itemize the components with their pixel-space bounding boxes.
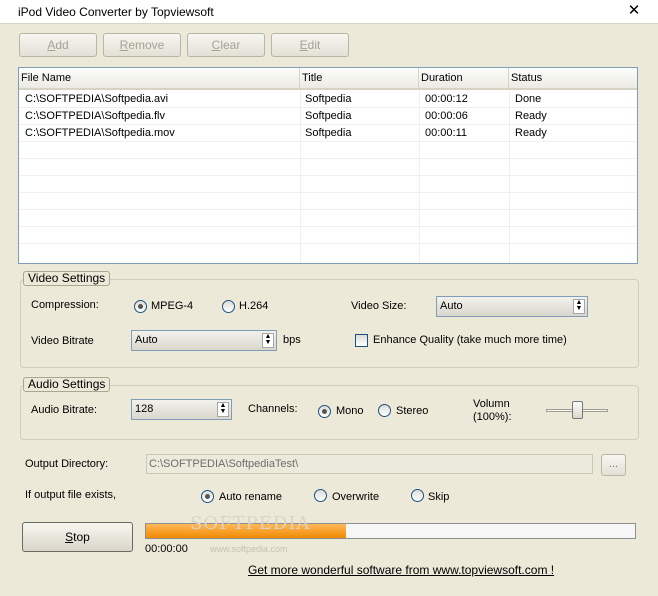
enhance-quality-label[interactable]: Enhance Quality (take much more time) [373, 334, 567, 346]
table-row[interactable]: C:\SOFTPEDIA\Softpedia.flv Softpedia 00:… [19, 108, 637, 125]
cell-file-name: C:\SOFTPEDIA\Softpedia.avi [25, 93, 169, 105]
remove-button[interactable]: Remove [103, 33, 181, 57]
volume-percent-label: (100%): [473, 411, 512, 423]
column-header-title[interactable]: Title [300, 68, 419, 89]
elapsed-time: 00:00:00 [145, 543, 188, 555]
video-settings-group [20, 279, 639, 368]
empty-row [19, 210, 637, 227]
mono-label[interactable]: Mono [336, 405, 364, 417]
table-row[interactable]: C:\SOFTPEDIA\Softpedia.mov Softpedia 00:… [19, 125, 637, 142]
remove-mnemonic: R [119, 38, 129, 52]
mpeg4-label[interactable]: MPEG-4 [151, 300, 193, 312]
audio-bitrate-value: 128 [135, 403, 154, 415]
cell-title: Softpedia [305, 110, 352, 122]
edit-mnemonic: E [299, 38, 308, 52]
skip-radio[interactable] [411, 489, 424, 502]
file-list[interactable]: File Name Title Duration Status C:\SOFTP… [18, 67, 638, 264]
video-settings-label: Video Settings [23, 271, 111, 286]
column-header-file-name[interactable]: File Name [19, 68, 300, 89]
h264-label[interactable]: H.264 [239, 300, 268, 312]
cell-status: Ready [515, 127, 547, 139]
edit-label-rest: dit [307, 38, 321, 52]
close-icon[interactable]: ✕ [626, 3, 642, 19]
clear-label-rest: lear [220, 38, 241, 52]
add-label-rest: dd [55, 38, 69, 52]
auto-rename-radio[interactable] [201, 490, 214, 503]
if-exists-label: If output file exists, [25, 489, 117, 501]
volume-label: Volumn [473, 398, 510, 410]
watermark-text: SOFTPEDIA [190, 513, 311, 534]
h264-radio[interactable] [222, 300, 235, 313]
remove-label-rest: emove [128, 38, 165, 52]
enhance-quality-checkbox[interactable] [355, 334, 368, 347]
cell-title: Softpedia [305, 127, 352, 139]
window-title: iPod Video Converter by Topviewsoft [18, 5, 214, 19]
output-directory-field[interactable]: C:\SOFTPEDIA\SoftpediaTest\ [146, 454, 593, 474]
table-row[interactable]: C:\SOFTPEDIA\Softpedia.avi Softpedia 00:… [19, 91, 637, 108]
empty-row [19, 227, 637, 244]
cell-file-name: C:\SOFTPEDIA\Softpedia.flv [25, 110, 165, 122]
title-bar: iPod Video Converter by Topviewsoft ✕ [0, 0, 658, 24]
column-header-duration[interactable]: Duration [419, 68, 509, 89]
clear-button[interactable]: Clear [187, 33, 265, 57]
cell-status: Ready [515, 110, 547, 122]
channels-label: Channels: [248, 403, 298, 415]
spin-arrows-icon[interactable]: ▲ ▼ [217, 402, 229, 417]
video-size-value: Auto [440, 300, 463, 312]
output-directory-label: Output Directory: [25, 458, 109, 470]
cell-duration: 00:00:06 [425, 110, 468, 122]
compression-label: Compression: [31, 299, 99, 311]
auto-rename-label[interactable]: Auto rename [219, 491, 282, 503]
audio-settings-label: Audio Settings [23, 377, 111, 392]
file-list-header: File Name Title Duration Status [19, 68, 637, 90]
stop-button[interactable]: Stop [22, 522, 133, 552]
browse-button[interactable]: ... [601, 454, 626, 476]
stop-label-rest: top [73, 530, 90, 544]
edit-button[interactable]: Edit [271, 33, 349, 57]
cell-title: Softpedia [305, 93, 352, 105]
skip-label[interactable]: Skip [428, 491, 449, 503]
video-size-label: Video Size: [351, 300, 407, 312]
watermark-url: www.softpedia.com [210, 544, 288, 554]
column-header-status[interactable]: Status [509, 68, 637, 89]
video-bitrate-select[interactable]: Auto ▲ ▼ [131, 330, 277, 351]
empty-row [19, 244, 637, 261]
empty-row [19, 159, 637, 176]
cell-duration: 00:00:12 [425, 93, 468, 105]
spin-arrows-icon[interactable]: ▲ ▼ [573, 299, 585, 314]
video-bitrate-label: Video Bitrate [31, 335, 94, 347]
video-bitrate-unit: bps [283, 334, 301, 346]
mono-radio[interactable] [318, 405, 331, 418]
add-button[interactable]: Add [19, 33, 97, 57]
mpeg4-radio[interactable] [134, 300, 147, 313]
video-size-select[interactable]: Auto ▲ ▼ [436, 296, 588, 317]
audio-bitrate-select[interactable]: 128 ▲ ▼ [131, 399, 232, 420]
topviewsoft-link[interactable]: Get more wonderful software from www.top… [248, 563, 554, 577]
cell-duration: 00:00:11 [425, 127, 468, 139]
empty-row [19, 193, 637, 210]
stop-mnemonic: S [65, 530, 74, 544]
empty-row [19, 176, 637, 193]
stereo-radio[interactable] [378, 404, 391, 417]
overwrite-label[interactable]: Overwrite [332, 491, 379, 503]
stereo-label[interactable]: Stereo [396, 405, 428, 417]
volume-slider-thumb[interactable] [572, 401, 583, 419]
video-bitrate-value: Auto [135, 334, 158, 346]
spin-arrows-icon[interactable]: ▲ ▼ [262, 333, 274, 348]
cell-file-name: C:\SOFTPEDIA\Softpedia.mov [25, 127, 175, 139]
cell-status: Done [515, 93, 542, 105]
overwrite-radio[interactable] [314, 489, 327, 502]
empty-row [19, 142, 637, 159]
audio-bitrate-label: Audio Bitrate: [31, 404, 98, 416]
